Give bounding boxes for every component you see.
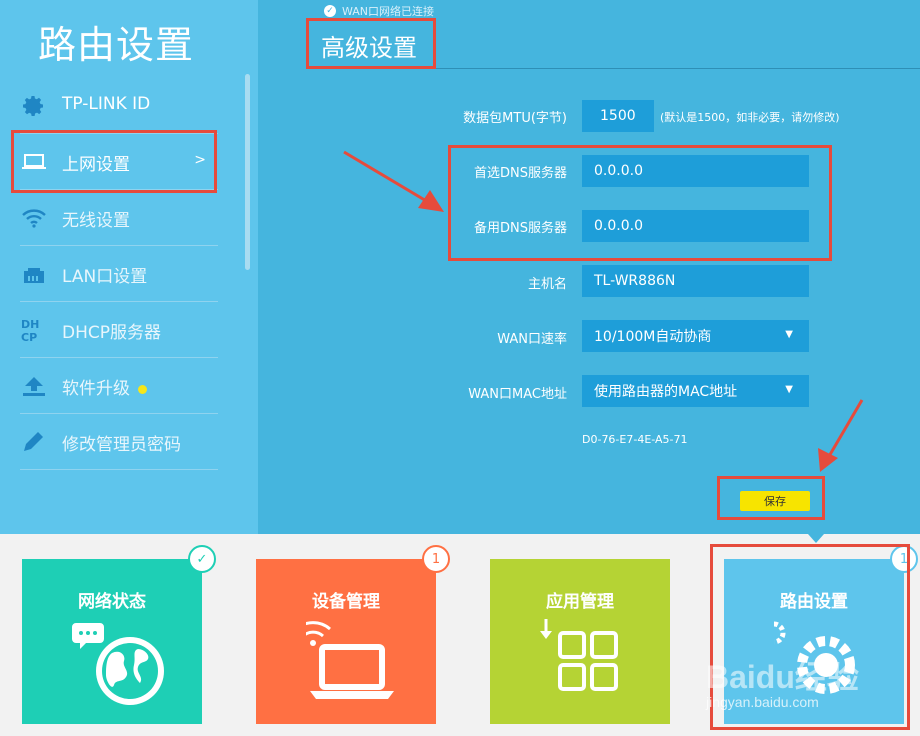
svg-text:CP: CP: [21, 331, 37, 343]
sidebar-item-password[interactable]: 修改管理员密码: [20, 414, 218, 470]
count-badge: 1: [422, 545, 450, 573]
dhcp-icon: DH CP: [20, 317, 48, 343]
check-badge-icon: ✓: [188, 545, 216, 573]
sidebar-scrollbar[interactable]: [245, 74, 250, 270]
tile-app-management[interactable]: 应用管理: [490, 559, 670, 724]
tile-title: 应用管理: [546, 592, 614, 612]
wifi-icon: [20, 205, 48, 231]
sidebar-item-label: 软件升级: [62, 374, 147, 399]
hostname-input[interactable]: TL-WR886N: [582, 265, 809, 297]
highlight-box-title: [306, 18, 436, 69]
wan-mac-select[interactable]: 使用路由器的MAC地址: [582, 375, 809, 407]
mtu-hint: (默认是1500，如非必要，请勿修改): [660, 111, 840, 124]
globe-icon: [72, 623, 164, 705]
hostname-label: 主机名: [527, 277, 567, 292]
devices-icon: [306, 621, 394, 699]
mtu-input[interactable]: 1500: [582, 100, 654, 132]
wan-mac-label: WAN口MAC地址: [468, 387, 567, 402]
svg-text:DH: DH: [21, 318, 39, 331]
panel-pointer: [808, 534, 824, 543]
tile-title: 网络状态: [78, 592, 146, 612]
wan-speed-label: WAN口速率: [497, 332, 567, 347]
sidebar-title: 路由设置: [38, 23, 195, 67]
wan-speed-select[interactable]: 10/100M自动协商: [582, 320, 809, 352]
watermark-brand: Baidu经验: [706, 659, 859, 695]
gear-icon: [20, 93, 48, 119]
tile-network-status[interactable]: 网络状态 ✓: [22, 545, 216, 724]
sidebar-item-lan[interactable]: LAN口设置: [20, 246, 218, 302]
mtu-label: 数据包MTU(字节): [463, 111, 567, 126]
sidebar-item-label: LAN口设置: [62, 267, 148, 287]
update-dot-indicator: [138, 384, 147, 394]
lan-port-icon: [20, 261, 48, 287]
sidebar-item-wireless[interactable]: 无线设置: [20, 190, 218, 246]
highlight-box-dns: [448, 145, 832, 261]
tile-device-management[interactable]: 设备管理 1: [256, 545, 450, 724]
sidebar-item-label: DHCP服务器: [62, 323, 161, 343]
highlight-box-save: [717, 476, 825, 520]
tile-title: 设备管理: [312, 592, 380, 612]
sidebar-item-dhcp[interactable]: DH CP DHCP服务器: [20, 302, 218, 358]
wan-status-text: ✓ WAN口网络已连接: [324, 4, 434, 18]
sidebar-item-label: TP-LINK ID: [62, 94, 151, 114]
highlight-box-sidebar: [11, 130, 217, 193]
sidebar: 路由设置 TP-LINK ID 上网设置 > 无线设置 LAN口设置 DH CP…: [0, 0, 258, 534]
watermark-url: jingyan.baidu.com: [706, 694, 819, 710]
sidebar-item-label: 无线设置: [62, 211, 130, 231]
check-circle-icon: ✓: [324, 5, 336, 17]
sidebar-item-tplink-id[interactable]: TP-LINK ID: [20, 78, 218, 134]
apps-icon: [540, 619, 618, 691]
sidebar-item-label: 修改管理员密码: [62, 435, 181, 455]
upload-icon: [20, 373, 48, 399]
mac-address-value: D0-76-E7-4E-A5-71: [582, 433, 688, 446]
pencil-icon: [20, 429, 48, 455]
sidebar-item-upgrade[interactable]: 软件升级: [20, 358, 218, 414]
